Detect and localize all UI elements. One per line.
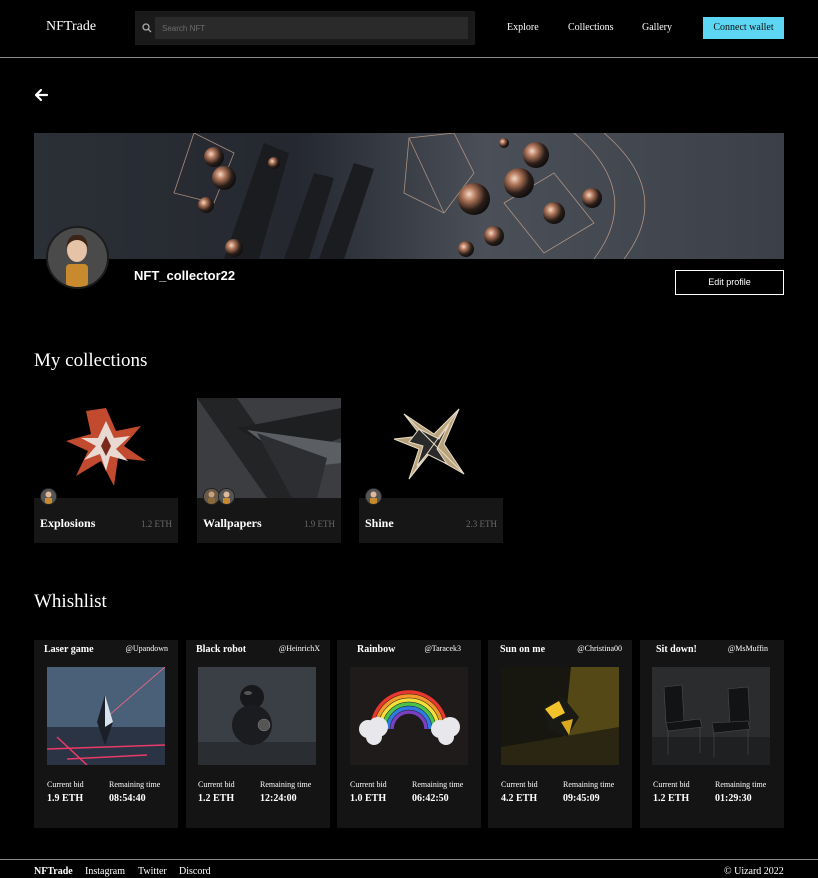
owner-avatar [40, 488, 57, 505]
wishlist-item-title: Rainbow [357, 644, 396, 655]
collection-name: Explosions [40, 516, 96, 530]
banner-image [34, 133, 784, 259]
current-bid-label: Current bid [501, 780, 538, 789]
remaining-time-label: Remaining time [260, 780, 312, 789]
owner-avatar [218, 488, 235, 505]
nav-collections[interactable]: Collections [568, 22, 614, 33]
footer-link-discord[interactable]: Discord [179, 866, 211, 877]
current-bid-value: 1.2 ETH [198, 793, 235, 804]
current-bid-label: Current bid [47, 780, 84, 789]
collection-price: 2.3 ETH [466, 519, 497, 529]
copyright-text: © Uizard 2022 [724, 866, 784, 877]
wishlist-item-user[interactable]: @MsMuffin [728, 644, 768, 653]
remaining-time-value: 12:24:00 [260, 793, 297, 804]
wishlist-item-user[interactable]: @Christina00 [577, 644, 622, 653]
wishlist-card[interactable]: Rainbow @Taracek3 Current bid Remaining … [337, 640, 481, 828]
connect-wallet-button[interactable]: Connect wallet [703, 17, 784, 39]
wishlist-item-image [652, 667, 770, 765]
collection-card[interactable]: Wallpapers 1.9 ETH [197, 398, 341, 543]
wishlist-item-user[interactable]: @HeinrichX [279, 644, 320, 653]
footer-logo[interactable]: NFTrade [34, 866, 73, 877]
current-bid-label: Current bid [350, 780, 387, 789]
current-bid-value: 1.9 ETH [47, 793, 84, 804]
wishlist-item-user[interactable]: @Taracek3 [424, 644, 461, 653]
collection-image [34, 398, 178, 498]
current-bid-label: Current bid [198, 780, 235, 789]
owner-avatars [365, 488, 382, 508]
remaining-time-value: 01:29:30 [715, 793, 752, 804]
wishlist-item-image [47, 667, 165, 765]
remaining-time-value: 06:42:50 [412, 793, 449, 804]
remaining-time-label: Remaining time [109, 780, 161, 789]
logo[interactable]: NFTrade [46, 19, 96, 35]
wishlist-heading: Whishlist [34, 591, 107, 612]
footer: NFTrade Instagram Twitter Discord © Uiza… [0, 859, 818, 878]
current-bid-value: 4.2 ETH [501, 793, 538, 804]
search-input[interactable] [160, 17, 460, 39]
current-bid-label: Current bid [653, 780, 690, 789]
owner-avatar [365, 488, 382, 505]
remaining-time-label: Remaining time [412, 780, 464, 789]
collection-info: Wallpapers 1.9 ETH [197, 488, 341, 543]
profile-avatar[interactable] [46, 226, 109, 289]
nav-gallery[interactable]: Gallery [642, 22, 672, 33]
wishlist-card[interactable]: Sun on me @Christina00 Current bid Remai… [488, 640, 632, 828]
profile-banner [34, 133, 784, 259]
back-arrow-icon[interactable] [33, 87, 49, 103]
profile-username: NFT_collector22 [134, 268, 236, 283]
footer-link-instagram[interactable]: Instagram [85, 866, 125, 877]
wishlist-item-user[interactable]: @Upandown [126, 644, 168, 653]
wishlist-item-image [501, 667, 619, 765]
wishlist-item-image [198, 667, 316, 765]
remaining-time-value: 09:45:09 [563, 793, 600, 804]
collection-info: Explosions 1.2 ETH [34, 488, 178, 543]
avatar-image [48, 228, 107, 287]
edit-profile-button[interactable]: Edit profile [675, 270, 784, 295]
current-bid-value: 1.2 ETH [653, 793, 690, 804]
collection-card[interactable]: Explosions 1.2 ETH [34, 398, 178, 543]
wishlist-item-title: Sun on me [500, 644, 546, 655]
remaining-time-value: 08:54:40 [109, 793, 146, 804]
top-header: NFTrade Explore Collections Gallery Conn… [0, 0, 818, 58]
wishlist-card[interactable]: Black robot @HeinrichX Current bid Remai… [186, 640, 330, 828]
collection-name: Shine [365, 516, 394, 530]
collections-heading: My collections [34, 350, 148, 371]
collection-image [359, 398, 503, 498]
collection-price: 1.2 ETH [141, 519, 172, 529]
wishlist-item-title: Sit down! [656, 644, 697, 655]
owner-avatars [40, 488, 57, 508]
remaining-time-label: Remaining time [563, 780, 615, 789]
wishlist-item-image [350, 667, 468, 765]
search-bar [135, 11, 475, 45]
search-icon [142, 23, 152, 33]
current-bid-value: 1.0 ETH [350, 793, 387, 804]
wishlist-card[interactable]: Laser game @Upandown Current bid Remaini… [34, 640, 178, 828]
collection-price: 1.9 ETH [304, 519, 335, 529]
collection-card[interactable]: Shine 2.3 ETH [359, 398, 503, 543]
collection-image [197, 398, 341, 498]
wishlist-item-title: Black robot [196, 644, 247, 655]
owner-avatars [203, 488, 235, 508]
wishlist-item-title: Laser game [44, 644, 94, 655]
remaining-time-label: Remaining time [715, 780, 767, 789]
nav-explore[interactable]: Explore [507, 22, 539, 33]
wishlist-card[interactable]: Sit down! @MsMuffin Current bid Remainin… [640, 640, 784, 828]
collection-name: Wallpapers [203, 516, 262, 530]
collection-info: Shine 2.3 ETH [359, 488, 503, 543]
footer-link-twitter[interactable]: Twitter [138, 866, 167, 877]
